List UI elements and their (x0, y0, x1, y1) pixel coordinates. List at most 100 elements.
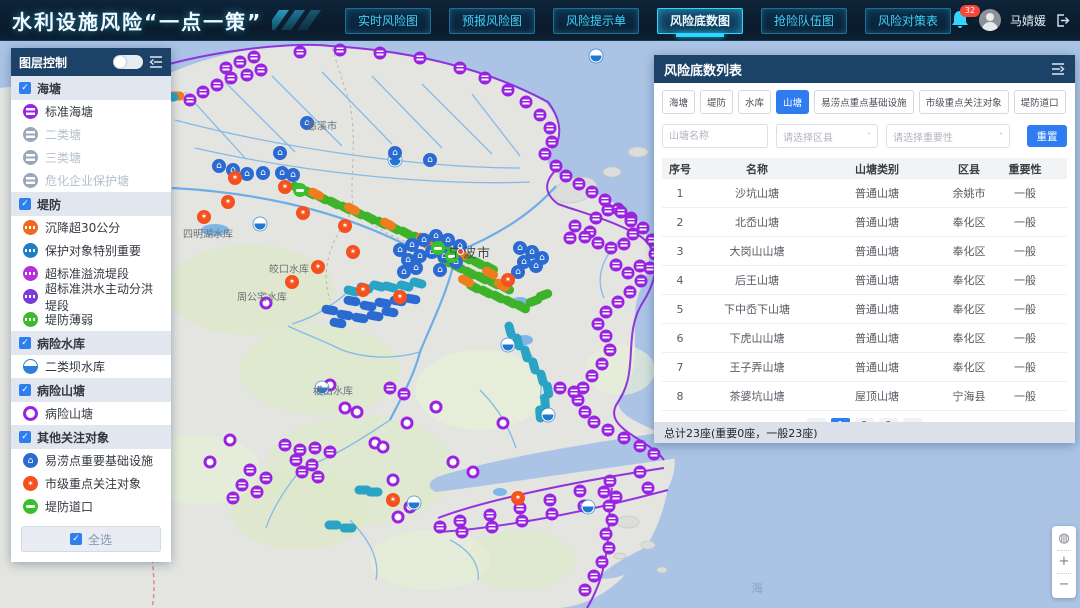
seawall-marker[interactable] (610, 259, 623, 272)
section-checkbox[interactable]: ✓ (19, 384, 31, 396)
reservoir-marker[interactable] (254, 218, 267, 231)
layer-toggle-switch[interactable] (113, 55, 143, 69)
table-row[interactable]: 2北岙山塘普通山塘奉化区一般 (662, 208, 1067, 237)
panel-collapse-icon[interactable] (1051, 63, 1065, 75)
city-focus-marker[interactable] (338, 219, 352, 233)
seawall-marker[interactable] (625, 215, 638, 228)
zoom-in-button[interactable]: + (1052, 553, 1076, 571)
select-all-checkbox[interactable]: ✓ (70, 533, 82, 545)
seawall-marker[interactable] (255, 64, 268, 77)
seawall-marker[interactable] (564, 232, 577, 245)
seawall-marker[interactable] (244, 464, 257, 477)
seawall-marker[interactable] (588, 570, 601, 583)
reset-button[interactable]: 重置 (1027, 125, 1067, 147)
section-checkbox[interactable]: ✓ (19, 431, 31, 443)
layer-item[interactable]: 三类塘 (11, 146, 171, 169)
flood-point-marker[interactable] (273, 146, 287, 160)
seawall-marker[interactable] (234, 56, 247, 69)
category-tab[interactable]: 海塘 (662, 90, 695, 114)
flood-point-marker[interactable] (240, 167, 254, 181)
seawall-marker[interactable] (251, 486, 264, 499)
flood-point-marker[interactable] (433, 263, 447, 277)
seawall-marker[interactable] (211, 79, 224, 92)
nav-button[interactable]: 实时风险图 (345, 8, 431, 34)
seawall-marker[interactable] (598, 486, 611, 499)
seawall-marker[interactable] (635, 275, 648, 288)
seawall-marker[interactable] (434, 521, 447, 534)
flood-point-marker[interactable] (409, 261, 423, 275)
table-row[interactable]: 1沙坑山塘普通山塘余姚市一般 (662, 179, 1067, 208)
city-focus-marker[interactable] (511, 491, 525, 505)
seawall-marker[interactable] (588, 416, 601, 429)
risky-pond-marker[interactable] (377, 441, 390, 454)
seawall-marker[interactable] (384, 382, 397, 395)
seawall-marker[interactable] (309, 442, 322, 455)
seawall-marker[interactable] (602, 204, 615, 217)
seawall-marker[interactable] (586, 186, 599, 199)
layer-item[interactable]: 病险山塘 (11, 402, 171, 425)
section-checkbox[interactable]: ✓ (19, 82, 31, 94)
table-row[interactable]: 6下虎山山塘普通山塘奉化区一般 (662, 324, 1067, 353)
layer-item[interactable]: 二类塘 (11, 123, 171, 146)
city-focus-marker[interactable] (285, 275, 299, 289)
seawall-marker[interactable] (592, 237, 605, 250)
city-focus-marker[interactable] (346, 245, 360, 259)
seawall-marker[interactable] (398, 388, 411, 401)
risky-pond-marker[interactable] (401, 417, 414, 430)
section-checkbox[interactable]: ✓ (19, 198, 31, 210)
seawall-marker[interactable] (596, 358, 609, 371)
nav-button[interactable]: 预报风险图 (449, 8, 535, 34)
seawall-marker[interactable] (605, 242, 618, 255)
seawall-marker[interactable] (227, 492, 240, 505)
seawall-marker[interactable] (579, 584, 592, 597)
seawall-marker[interactable] (374, 47, 387, 60)
select-all-button[interactable]: ✓ 全选 (21, 526, 161, 552)
table-row[interactable]: 7王子弄山塘普通山塘奉化区一般 (662, 353, 1067, 382)
seawall-marker[interactable] (546, 508, 559, 521)
risky-pond-marker[interactable] (392, 511, 405, 524)
seawall-marker[interactable] (516, 515, 529, 528)
seawall-marker[interactable] (634, 260, 647, 273)
nav-button[interactable]: 抢险队伍图 (761, 8, 847, 34)
layer-item[interactable]: 危化企业保护塘 (11, 169, 171, 192)
seawall-marker[interactable] (568, 386, 581, 399)
seawall-marker[interactable] (600, 528, 613, 541)
dike-gate-marker[interactable] (431, 241, 445, 255)
notification-bell-icon[interactable]: 32 (950, 9, 970, 31)
seawall-marker[interactable] (642, 482, 655, 495)
reservoir-marker[interactable] (542, 409, 555, 422)
table-row[interactable]: 5下中岙下山塘普通山塘奉化区一般 (662, 295, 1067, 324)
seawall-marker[interactable] (539, 148, 552, 161)
city-focus-marker[interactable] (278, 180, 292, 194)
seawall-marker[interactable] (486, 521, 499, 534)
city-focus-marker[interactable] (221, 195, 235, 209)
seawall-marker[interactable] (534, 109, 547, 122)
category-tab[interactable]: 水库 (738, 90, 771, 114)
layer-item[interactable]: 超标准洪水主动分洪堤段 (11, 285, 171, 308)
seawall-marker[interactable] (279, 439, 292, 452)
seawall-marker[interactable] (600, 306, 613, 319)
seawall-marker[interactable] (414, 52, 427, 65)
seawall-marker[interactable] (648, 448, 661, 461)
importance-select[interactable]: 请选择重要性 ˅ (886, 124, 1010, 148)
dike-segment-marker[interactable] (340, 524, 357, 533)
flood-point-marker[interactable] (256, 166, 270, 180)
table-row[interactable]: 8茶婆坑山塘屋顶山塘宁海县一般 (662, 382, 1067, 411)
seawall-marker[interactable] (220, 62, 233, 75)
city-focus-marker[interactable] (356, 283, 370, 297)
category-tab[interactable]: 易涝点重点基础设施 (814, 90, 914, 114)
layer-section-header[interactable]: ✓病险山塘 (11, 378, 171, 402)
seawall-marker[interactable] (520, 96, 533, 109)
flood-point-marker[interactable] (388, 146, 402, 160)
seawall-marker[interactable] (612, 296, 625, 309)
nav-button[interactable]: 风险提示单 (553, 8, 639, 34)
seawall-marker[interactable] (602, 424, 615, 437)
risky-pond-marker[interactable] (387, 474, 400, 487)
flood-point-marker[interactable] (212, 159, 226, 173)
seawall-marker[interactable] (312, 471, 325, 484)
reservoir-marker[interactable] (502, 339, 515, 352)
seawall-marker[interactable] (260, 472, 273, 485)
seawall-marker[interactable] (502, 84, 515, 97)
seawall-marker[interactable] (324, 446, 337, 459)
seawall-marker[interactable] (618, 432, 631, 445)
